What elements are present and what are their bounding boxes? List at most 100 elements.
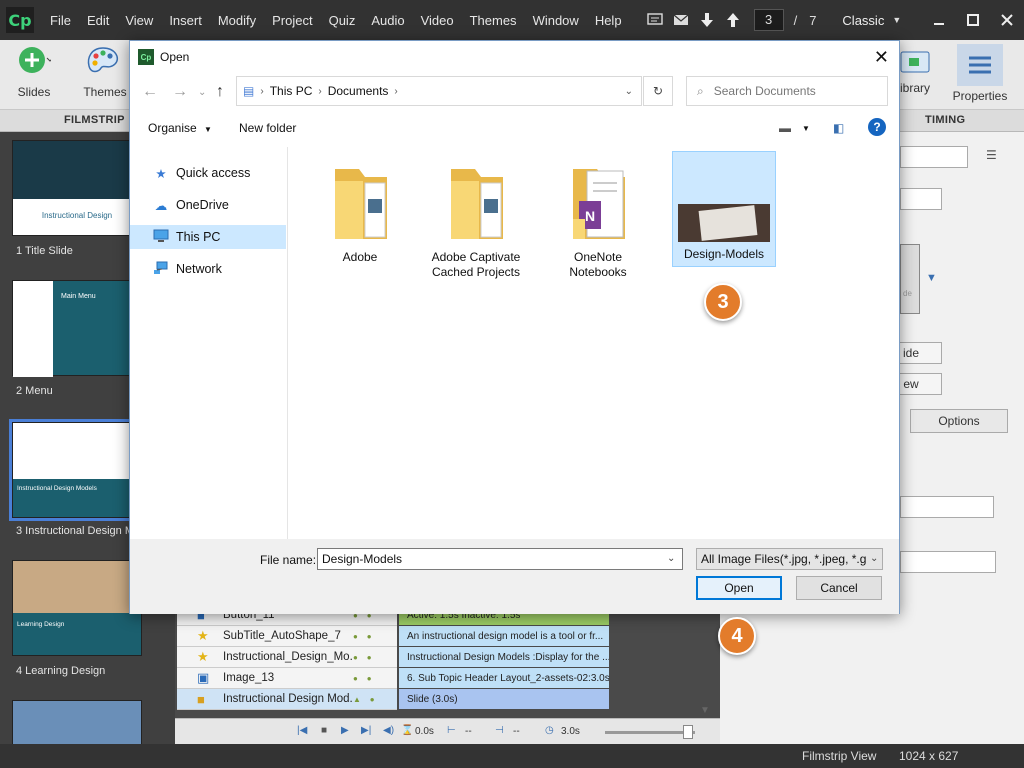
- slide-thumb-2[interactable]: Main Menu: [12, 280, 142, 377]
- timeline-bar[interactable]: An instructional design model is a tool …: [399, 626, 609, 646]
- slide-thumb-5[interactable]: [12, 700, 142, 744]
- address-bar[interactable]: ▤ › This PC › Documents › ⌄: [236, 76, 642, 106]
- arrow-down-icon[interactable]: [696, 9, 718, 31]
- minimize-icon[interactable]: [922, 8, 956, 32]
- comment-icon[interactable]: [644, 9, 666, 31]
- timeline-row[interactable]: ▣ Image_13 ● ●: [177, 668, 397, 689]
- property-select-2[interactable]: [900, 496, 994, 518]
- stop-icon[interactable]: ■: [321, 725, 327, 736]
- close-icon[interactable]: ✕: [874, 47, 889, 68]
- chevron-down-icon[interactable]: ⌄: [667, 553, 675, 564]
- dropdown-arrow-icon[interactable]: ▼: [926, 272, 937, 284]
- list-options-icon[interactable]: ☰: [986, 148, 997, 162]
- menu-help[interactable]: Help: [587, 13, 630, 28]
- menu-view[interactable]: View: [117, 13, 161, 28]
- themes-button[interactable]: Themes: [80, 44, 130, 99]
- play-icon[interactable]: ▶: [341, 725, 349, 736]
- search-placeholder: Search Documents: [713, 84, 816, 98]
- scroll-down-icon[interactable]: ▼: [700, 705, 710, 716]
- breadcrumb-documents[interactable]: Documents: [328, 84, 389, 98]
- library-button[interactable]: ibrary: [895, 44, 935, 95]
- visibility-dots[interactable]: ▲ ●: [353, 695, 397, 704]
- back-arrow-icon[interactable]: ←: [142, 83, 158, 101]
- menu-edit[interactable]: Edit: [79, 13, 117, 28]
- document-icon: ▤: [243, 84, 255, 98]
- property-select[interactable]: [900, 188, 942, 210]
- themes-label: Themes: [83, 85, 127, 99]
- close-app-icon[interactable]: [990, 8, 1024, 32]
- timeline-row[interactable]: ■ Instructional Design Mod... ▲ ●: [177, 689, 397, 710]
- timeline-row[interactable]: ★ Instructional_Design_Mo... ● ●: [177, 647, 397, 668]
- tab-timing[interactable]: TIMING: [925, 114, 965, 126]
- slide-thumb-1[interactable]: Instructional Design: [12, 140, 142, 236]
- help-icon[interactable]: ?: [868, 118, 886, 136]
- menu-themes[interactable]: Themes: [462, 13, 525, 28]
- slide-thumb-3[interactable]: Instructional Design Models: [9, 419, 145, 521]
- file-name: Design-Models: [683, 247, 765, 261]
- status-bar: Filmstrip View 1024 x 627: [0, 744, 1024, 768]
- menu-modify[interactable]: Modify: [210, 13, 264, 28]
- nav-onedrive[interactable]: ☁ OneDrive: [130, 193, 286, 217]
- menu-video[interactable]: Video: [413, 13, 462, 28]
- file-type-select[interactable]: All Image Files(*.jpg, *.jpeg, *.g: [696, 548, 883, 570]
- visibility-dots[interactable]: ● ●: [353, 653, 397, 662]
- menu-file[interactable]: File: [42, 13, 79, 28]
- current-slide-input[interactable]: 3: [753, 9, 784, 31]
- zoom-slider-handle[interactable]: [683, 725, 693, 739]
- slide-label-4: 4 Learning Design: [16, 665, 106, 677]
- menu-window[interactable]: Window: [525, 13, 587, 28]
- timeline-bar[interactable]: Slide (3.0s): [399, 689, 609, 709]
- nav-network[interactable]: Network: [130, 257, 286, 281]
- slides-button[interactable]: Slides: [10, 44, 58, 99]
- folder-item[interactable]: Adobe Captivate Cached Projects: [424, 159, 528, 280]
- slide-thumb-4[interactable]: Learning Design: [12, 560, 142, 656]
- property-select-3[interactable]: [900, 551, 996, 573]
- breadcrumb-this-pc[interactable]: This PC: [270, 84, 313, 98]
- up-arrow-icon[interactable]: ↑: [216, 83, 224, 101]
- folder-item[interactable]: Adobe: [308, 159, 412, 265]
- menu-quiz[interactable]: Quiz: [321, 13, 364, 28]
- property-name-input[interactable]: [900, 146, 968, 168]
- timeline-row[interactable]: ★ SubTitle_AutoShape_7 ● ●: [177, 626, 397, 647]
- organise-button[interactable]: Organise ▼: [148, 121, 212, 135]
- timeline-bar[interactable]: Instructional Design Models :Display for…: [399, 647, 609, 667]
- maximize-icon[interactable]: [956, 8, 990, 32]
- search-documents-input[interactable]: ⌕ Search Documents: [686, 76, 888, 106]
- slide-separator: /: [793, 12, 798, 28]
- svg-text:N: N: [585, 208, 595, 224]
- workspace-mode[interactable]: Classic: [842, 13, 884, 28]
- refresh-icon[interactable]: ↻: [643, 76, 673, 106]
- preview-pane-icon[interactable]: ◧: [833, 121, 844, 135]
- chevron-down-icon[interactable]: ▼: [802, 124, 810, 133]
- visibility-dots[interactable]: ● ●: [353, 674, 397, 683]
- recent-chevron-icon[interactable]: ⌄: [198, 87, 206, 98]
- file-name-input[interactable]: Design-Models: [317, 548, 683, 570]
- speaker-icon[interactable]: ◀): [383, 725, 394, 736]
- forward-icon[interactable]: ▶|: [361, 725, 371, 736]
- folder-item[interactable]: N OneNote Notebooks: [546, 159, 650, 280]
- chevron-down-icon[interactable]: ▼: [892, 15, 901, 25]
- menu-project[interactable]: Project: [264, 13, 320, 28]
- nav-this-pc[interactable]: This PC: [130, 225, 286, 249]
- view-options-icon[interactable]: ▬: [779, 121, 791, 135]
- new-folder-button[interactable]: New folder: [239, 121, 296, 135]
- star-icon: ★: [197, 628, 209, 643]
- chevron-down-icon[interactable]: ⌄: [870, 553, 878, 564]
- tab-options[interactable]: Options: [910, 409, 1008, 433]
- open-button[interactable]: Open: [696, 576, 782, 600]
- mail-icon[interactable]: [670, 9, 692, 31]
- timeline-bar[interactable]: 6. Sub Topic Header Layout_2-assets-02:3…: [399, 668, 609, 688]
- forward-arrow-icon[interactable]: →: [172, 83, 188, 101]
- menu-audio[interactable]: Audio: [363, 13, 412, 28]
- zoom-slider[interactable]: [605, 731, 695, 734]
- visibility-dots[interactable]: ● ●: [353, 632, 397, 641]
- menu-insert[interactable]: Insert: [161, 13, 210, 28]
- properties-button[interactable]: Properties: [948, 44, 1012, 103]
- cancel-button[interactable]: Cancel: [796, 576, 882, 600]
- rewind-icon[interactable]: |◀: [297, 725, 307, 736]
- image-file-item[interactable]: Design-Models: [672, 151, 776, 267]
- nav-quick-access[interactable]: ★ Quick access: [130, 161, 286, 185]
- tab-filmstrip[interactable]: FILMSTRIP: [64, 114, 125, 126]
- arrow-up-icon[interactable]: [722, 9, 744, 31]
- chevron-down-icon[interactable]: ⌄: [625, 86, 633, 97]
